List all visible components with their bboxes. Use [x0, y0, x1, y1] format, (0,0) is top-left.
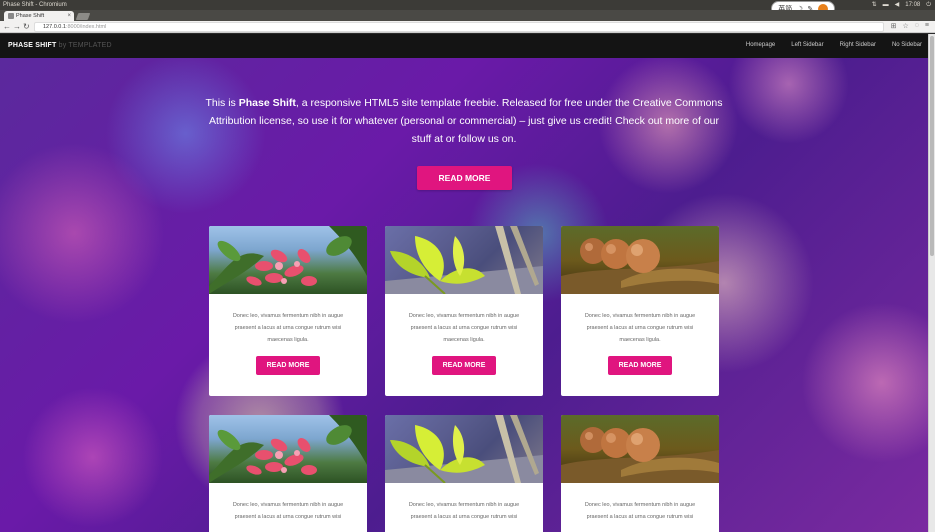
hero-text-prefix: This is: [205, 97, 239, 109]
clock[interactable]: 17:08: [905, 0, 920, 10]
card-image-pink-flowers[interactable]: [209, 226, 367, 294]
browser-tab-strip: Phase Shift ×: [0, 10, 935, 21]
bookmark-star-icon[interactable]: ☆: [902, 22, 908, 30]
feature-card: Donec leo, vivamus fermentum nibh in aug…: [209, 226, 367, 396]
site-logo[interactable]: PHASE SHIFT by TEMPLATED: [8, 42, 112, 49]
page-scrollbar[interactable]: [928, 34, 935, 532]
nav-right-sidebar[interactable]: Right Sidebar: [840, 42, 876, 48]
site-header: PHASE SHIFT by TEMPLATED Homepage Left S…: [0, 34, 928, 58]
reload-icon[interactable]: ↻: [23, 22, 30, 32]
back-icon[interactable]: ←: [3, 22, 11, 32]
site-nav: Homepage Left Sidebar Right Sidebar No S…: [746, 42, 922, 48]
brand-name: PHASE SHIFT: [8, 42, 57, 49]
nav-homepage[interactable]: Homepage: [746, 42, 775, 48]
card-description: Donec leo, vivamus fermentum nibh in aug…: [584, 313, 696, 343]
browser-tab[interactable]: Phase Shift ×: [4, 11, 74, 21]
url-host: 127.0.0.1: [43, 24, 66, 30]
card-read-more-button[interactable]: READ MORE: [432, 356, 496, 375]
battery-icon[interactable]: ▬: [883, 0, 889, 10]
card-body: Donec leo, vivamus fermentum nibh in aug…: [385, 310, 543, 375]
card-read-more-button[interactable]: READ MORE: [608, 356, 672, 375]
card-description: Donec leo, vivamus fermentum nibh in aug…: [408, 502, 520, 520]
pink-flowers-illustration: [209, 226, 367, 294]
feature-card: Donec leo, vivamus fermentum nibh in aug…: [209, 415, 367, 532]
feature-card: Donec leo, vivamus fermentum nibh in aug…: [385, 415, 543, 532]
page-favicon-icon: [8, 13, 14, 19]
network-icon[interactable]: ⇅: [872, 0, 877, 10]
card-body: Donec leo, vivamus fermentum nibh in aug…: [561, 310, 719, 375]
web-page: PHASE SHIFT by TEMPLATED Homepage Left S…: [0, 34, 928, 532]
pink-flowers-illustration: [209, 415, 367, 483]
card-body: Donec leo, vivamus fermentum nibh in aug…: [209, 499, 367, 523]
card-image-seed-pods[interactable]: [561, 415, 719, 483]
card-description: Donec leo, vivamus fermentum nibh in aug…: [408, 313, 520, 343]
card-image-green-leaves[interactable]: [385, 226, 543, 294]
feature-card: Donec leo, vivamus fermentum nibh in aug…: [561, 226, 719, 396]
card-image-pink-flowers[interactable]: [209, 415, 367, 483]
forward-icon[interactable]: →: [13, 22, 21, 32]
scrollbar-thumb[interactable]: [930, 36, 934, 256]
extension-icon[interactable]: ◌: [915, 22, 919, 30]
seed-pods-illustration: [561, 427, 719, 483]
feature-card: Donec leo, vivamus fermentum nibh in aug…: [385, 226, 543, 396]
card-description: Donec leo, vivamus fermentum nibh in aug…: [584, 502, 696, 520]
toolbar-actions: ⊞ ☆ ◌ ≡: [891, 22, 929, 30]
close-tab-icon[interactable]: ×: [67, 11, 71, 21]
hero-text: This is Phase Shift, a responsive HTML5 …: [200, 94, 728, 148]
menu-icon[interactable]: ≡: [925, 22, 929, 30]
address-bar[interactable]: 127.0.0.1:8000/index.html: [34, 22, 884, 32]
window-title: Phase Shift - Chromium: [3, 2, 67, 8]
card-body: Donec leo, vivamus fermentum nibh in aug…: [209, 310, 367, 375]
hero-text-strong: Phase Shift: [238, 97, 296, 109]
hero-read-more-button[interactable]: READ MORE: [417, 166, 512, 190]
card-description: Donec leo, vivamus fermentum nibh in aug…: [232, 313, 344, 343]
tab-title: Phase Shift: [16, 13, 45, 19]
url-path: :8000/index.html: [65, 24, 107, 30]
volume-icon[interactable]: ◀: [895, 0, 900, 10]
brand-by: by TEMPLATED: [58, 42, 112, 49]
green-leaves-illustration: [385, 415, 543, 483]
green-leaves-illustration: [385, 226, 543, 294]
card-image-green-leaves[interactable]: [385, 415, 543, 483]
browser-toolbar: ← → ↻ 127.0.0.1:8000/index.html ⊞ ☆ ◌ ≡: [0, 21, 935, 33]
card-image-seed-pods[interactable]: [561, 226, 719, 294]
card-body: Donec leo, vivamus fermentum nibh in aug…: [561, 499, 719, 523]
translate-icon[interactable]: ⊞: [891, 22, 897, 30]
card-description: Donec leo, vivamus fermentum nibh in aug…: [232, 502, 344, 520]
card-body: Donec leo, vivamus fermentum nibh in aug…: [385, 499, 543, 523]
feature-card: Donec leo, vivamus fermentum nibh in aug…: [561, 415, 719, 532]
nav-left-sidebar[interactable]: Left Sidebar: [791, 42, 823, 48]
nav-no-sidebar[interactable]: No Sidebar: [892, 42, 922, 48]
new-tab-button[interactable]: [75, 13, 91, 20]
power-icon[interactable]: ⏻: [926, 0, 931, 10]
seed-pods-illustration: [561, 238, 719, 294]
os-indicators: ⇅ ▬ ◀ 17:08 ⏻: [872, 0, 931, 10]
card-read-more-button[interactable]: READ MORE: [256, 356, 320, 375]
